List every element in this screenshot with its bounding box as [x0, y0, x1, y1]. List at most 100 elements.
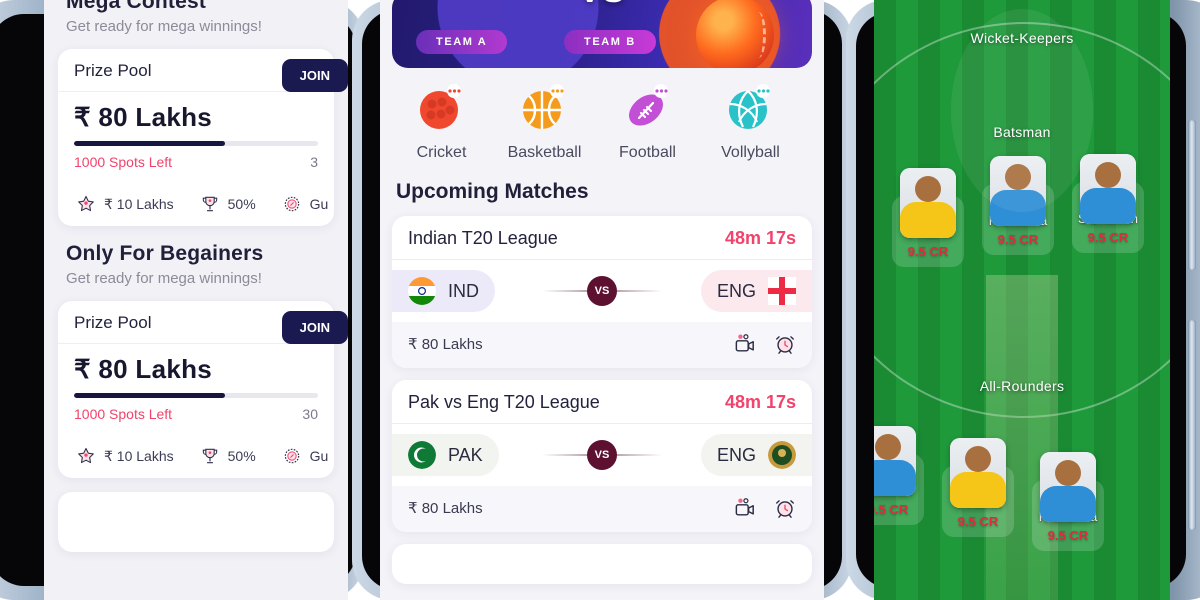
- volume-button-right[interactable]: [1188, 320, 1196, 530]
- home-team-name: PAK: [448, 444, 483, 465]
- match-card-header: Pak vs Eng T20 League 48m 17s: [392, 380, 812, 424]
- player-credits: 9.5 CR: [957, 514, 999, 530]
- prize-pool-amount: ₹ 80 Lakhs: [74, 102, 213, 132]
- phone-mockup-middle: VS TEAM A TEAM B: [352, 0, 852, 600]
- player-card[interactable]: S Dhawan 9.5 CR: [1072, 154, 1144, 254]
- meta-first-prize: ₹ 10 Lakhs: [76, 446, 174, 466]
- match-title: Pak vs Eng T20 League: [408, 392, 600, 412]
- phone-screen-middle: VS TEAM A TEAM B: [380, 0, 824, 600]
- cricket-field: Wicket-Keepers Batsman All-Rounders S Ra…: [874, 0, 1170, 600]
- away-team-name: ENG: [716, 444, 756, 465]
- match-countdown: 48m 17s: [724, 392, 796, 412]
- match-card[interactable]: Pak vs Eng T20 League 48m 17s PAK VS ENG…: [392, 380, 812, 532]
- player-avatar: [900, 168, 956, 238]
- player-credits: 9.5 CR: [907, 244, 949, 260]
- pakistan-flag-icon: [408, 441, 436, 469]
- away-team: ENG: [700, 434, 812, 476]
- match-action-icons: [734, 497, 796, 519]
- contest-card[interactable]: Prize Pool JOIN ₹ 80 Lakhs 1000 Spots Le…: [58, 49, 348, 226]
- spots-row: 1000 Spots Left 30: [58, 398, 334, 434]
- match-title: Indian T20 League: [408, 228, 558, 248]
- section-title: Only For Begainers: [66, 242, 264, 265]
- contest-card[interactable]: [58, 492, 334, 552]
- vs-badge: VS: [587, 440, 617, 470]
- join-contest-button[interactable]: JOIN: [281, 59, 348, 92]
- sport-item-vollyball[interactable]: Vollyball: [699, 82, 802, 162]
- spots-progress-bar: [74, 393, 318, 398]
- player-card[interactable]: S Raina 9.5 CR: [942, 438, 1014, 538]
- meta-guaranteed: Gu: [282, 446, 328, 466]
- meta-first-prize-label: ₹ 10 Lakhs: [104, 195, 174, 212]
- match-countdown: 48m 17s: [724, 228, 796, 248]
- match-card-header: Indian T20 League 48m 17s: [392, 216, 812, 260]
- meta-first-prize-label: ₹ 10 Lakhs: [104, 447, 174, 464]
- player-card[interactable]: Dhawan 9.5 CR: [874, 426, 924, 526]
- phone-screen-right: Wicket-Keepers Batsman All-Rounders S Ra…: [874, 0, 1170, 600]
- meta-winning-percent: 50%: [200, 446, 256, 466]
- banner-team-a-pill: TEAM A: [416, 30, 508, 54]
- spots-progress-bar: [74, 141, 318, 146]
- meta-winning-percent-label: 50%: [227, 448, 256, 464]
- volleyball-icon: [724, 82, 778, 136]
- home-team: PAK: [392, 434, 499, 476]
- player-avatar: [950, 438, 1006, 508]
- role-label-all-rounders: All-Rounders: [979, 378, 1065, 394]
- section-subtitle: Get ready for mega winnings!: [66, 270, 262, 287]
- join-contest-button[interactable]: JOIN: [281, 311, 348, 344]
- spots-left-label: 1000 Spots Left: [74, 154, 173, 170]
- home-screen: VS TEAM A TEAM B: [380, 0, 824, 600]
- player-card[interactable]: R Sharma 9.5 CR: [1032, 452, 1104, 552]
- india-flag-icon: [408, 277, 436, 305]
- match-card-footer: ₹ 80 Lakhs: [392, 322, 812, 368]
- away-team-name: ENG: [716, 280, 756, 301]
- sport-item-cricket[interactable]: Cricket: [390, 82, 493, 162]
- basketball-icon: [518, 82, 572, 136]
- player-card[interactable]: S Raina 9.5 CR: [892, 168, 964, 268]
- star-icon: [78, 195, 94, 212]
- cricket-ball-icon: [696, 0, 774, 68]
- banner-team-b-pill: TEAM B: [564, 30, 656, 54]
- sport-item-football[interactable]: Football: [596, 82, 699, 162]
- match-card[interactable]: [392, 544, 812, 584]
- player-credits: 9.5 CR: [1087, 230, 1129, 246]
- video-camera-icon[interactable]: [734, 498, 756, 518]
- sport-item-basketball[interactable]: Basketball: [493, 82, 596, 162]
- match-card[interactable]: Indian T20 League 48m 17s IND VS ENG ₹ 8…: [392, 216, 812, 368]
- player-card[interactable]: R Sharma 9.5 CR: [982, 156, 1054, 256]
- contest-card[interactable]: Prize Pool JOIN ₹ 80 Lakhs 1000 Spots Le…: [58, 301, 348, 478]
- star-icon: [78, 447, 94, 464]
- trophy-icon: [202, 196, 217, 212]
- sports-category-row: Cricket Basketball Football Vollyball: [380, 68, 824, 170]
- alarm-clock-icon[interactable]: [774, 333, 796, 355]
- total-spots-label: 3: [310, 154, 318, 170]
- meta-winning-percent-label: 50%: [227, 196, 256, 212]
- sport-label: Basketball: [507, 144, 582, 161]
- match-prize: ₹ 80 Lakhs: [408, 500, 483, 517]
- spots-left-label: 1000 Spots Left: [74, 406, 173, 422]
- sport-label: Football: [619, 144, 676, 161]
- england-flag-icon: [768, 277, 796, 305]
- power-button-right[interactable]: [1188, 120, 1196, 270]
- phone-screen-left: Mega Contest Get ready for mega winnings…: [44, 0, 348, 600]
- contest-section-header: Mega Contest Get ready for mega winnings…: [44, 0, 348, 35]
- match-teams-row: IND VS ENG: [392, 260, 812, 322]
- promo-banner[interactable]: VS TEAM A TEAM B: [392, 0, 812, 68]
- banner-vs-label: VS: [578, 0, 625, 11]
- player-credits: 9.5 CR: [874, 502, 909, 518]
- spots-row: 1000 Spots Left 3: [58, 146, 334, 182]
- player-avatar: [1040, 452, 1096, 522]
- screenshot-stage: Mega Contest Get ready for mega winnings…: [0, 0, 1200, 600]
- player-credits: 9.5 CR: [997, 232, 1039, 248]
- contest-meta-row: ₹ 10 Lakhs 50% Gu: [58, 434, 334, 478]
- medal-icon: [284, 448, 299, 464]
- match-card-footer: ₹ 80 Lakhs: [392, 486, 812, 532]
- section-subtitle: Get ready for mega winnings!: [66, 18, 262, 35]
- phone-mockup-right: Wicket-Keepers Batsman All-Rounders S Ra…: [846, 0, 1200, 600]
- sport-item-baseball[interactable]: Baseball: [802, 82, 824, 162]
- total-spots-label: 30: [302, 406, 318, 422]
- prize-pool-label: Prize Pool: [74, 313, 152, 332]
- video-camera-icon[interactable]: [734, 334, 756, 354]
- alarm-clock-icon[interactable]: [774, 497, 796, 519]
- upcoming-matches-title: Upcoming Matches: [396, 180, 589, 203]
- meta-first-prize: ₹ 10 Lakhs: [76, 194, 174, 214]
